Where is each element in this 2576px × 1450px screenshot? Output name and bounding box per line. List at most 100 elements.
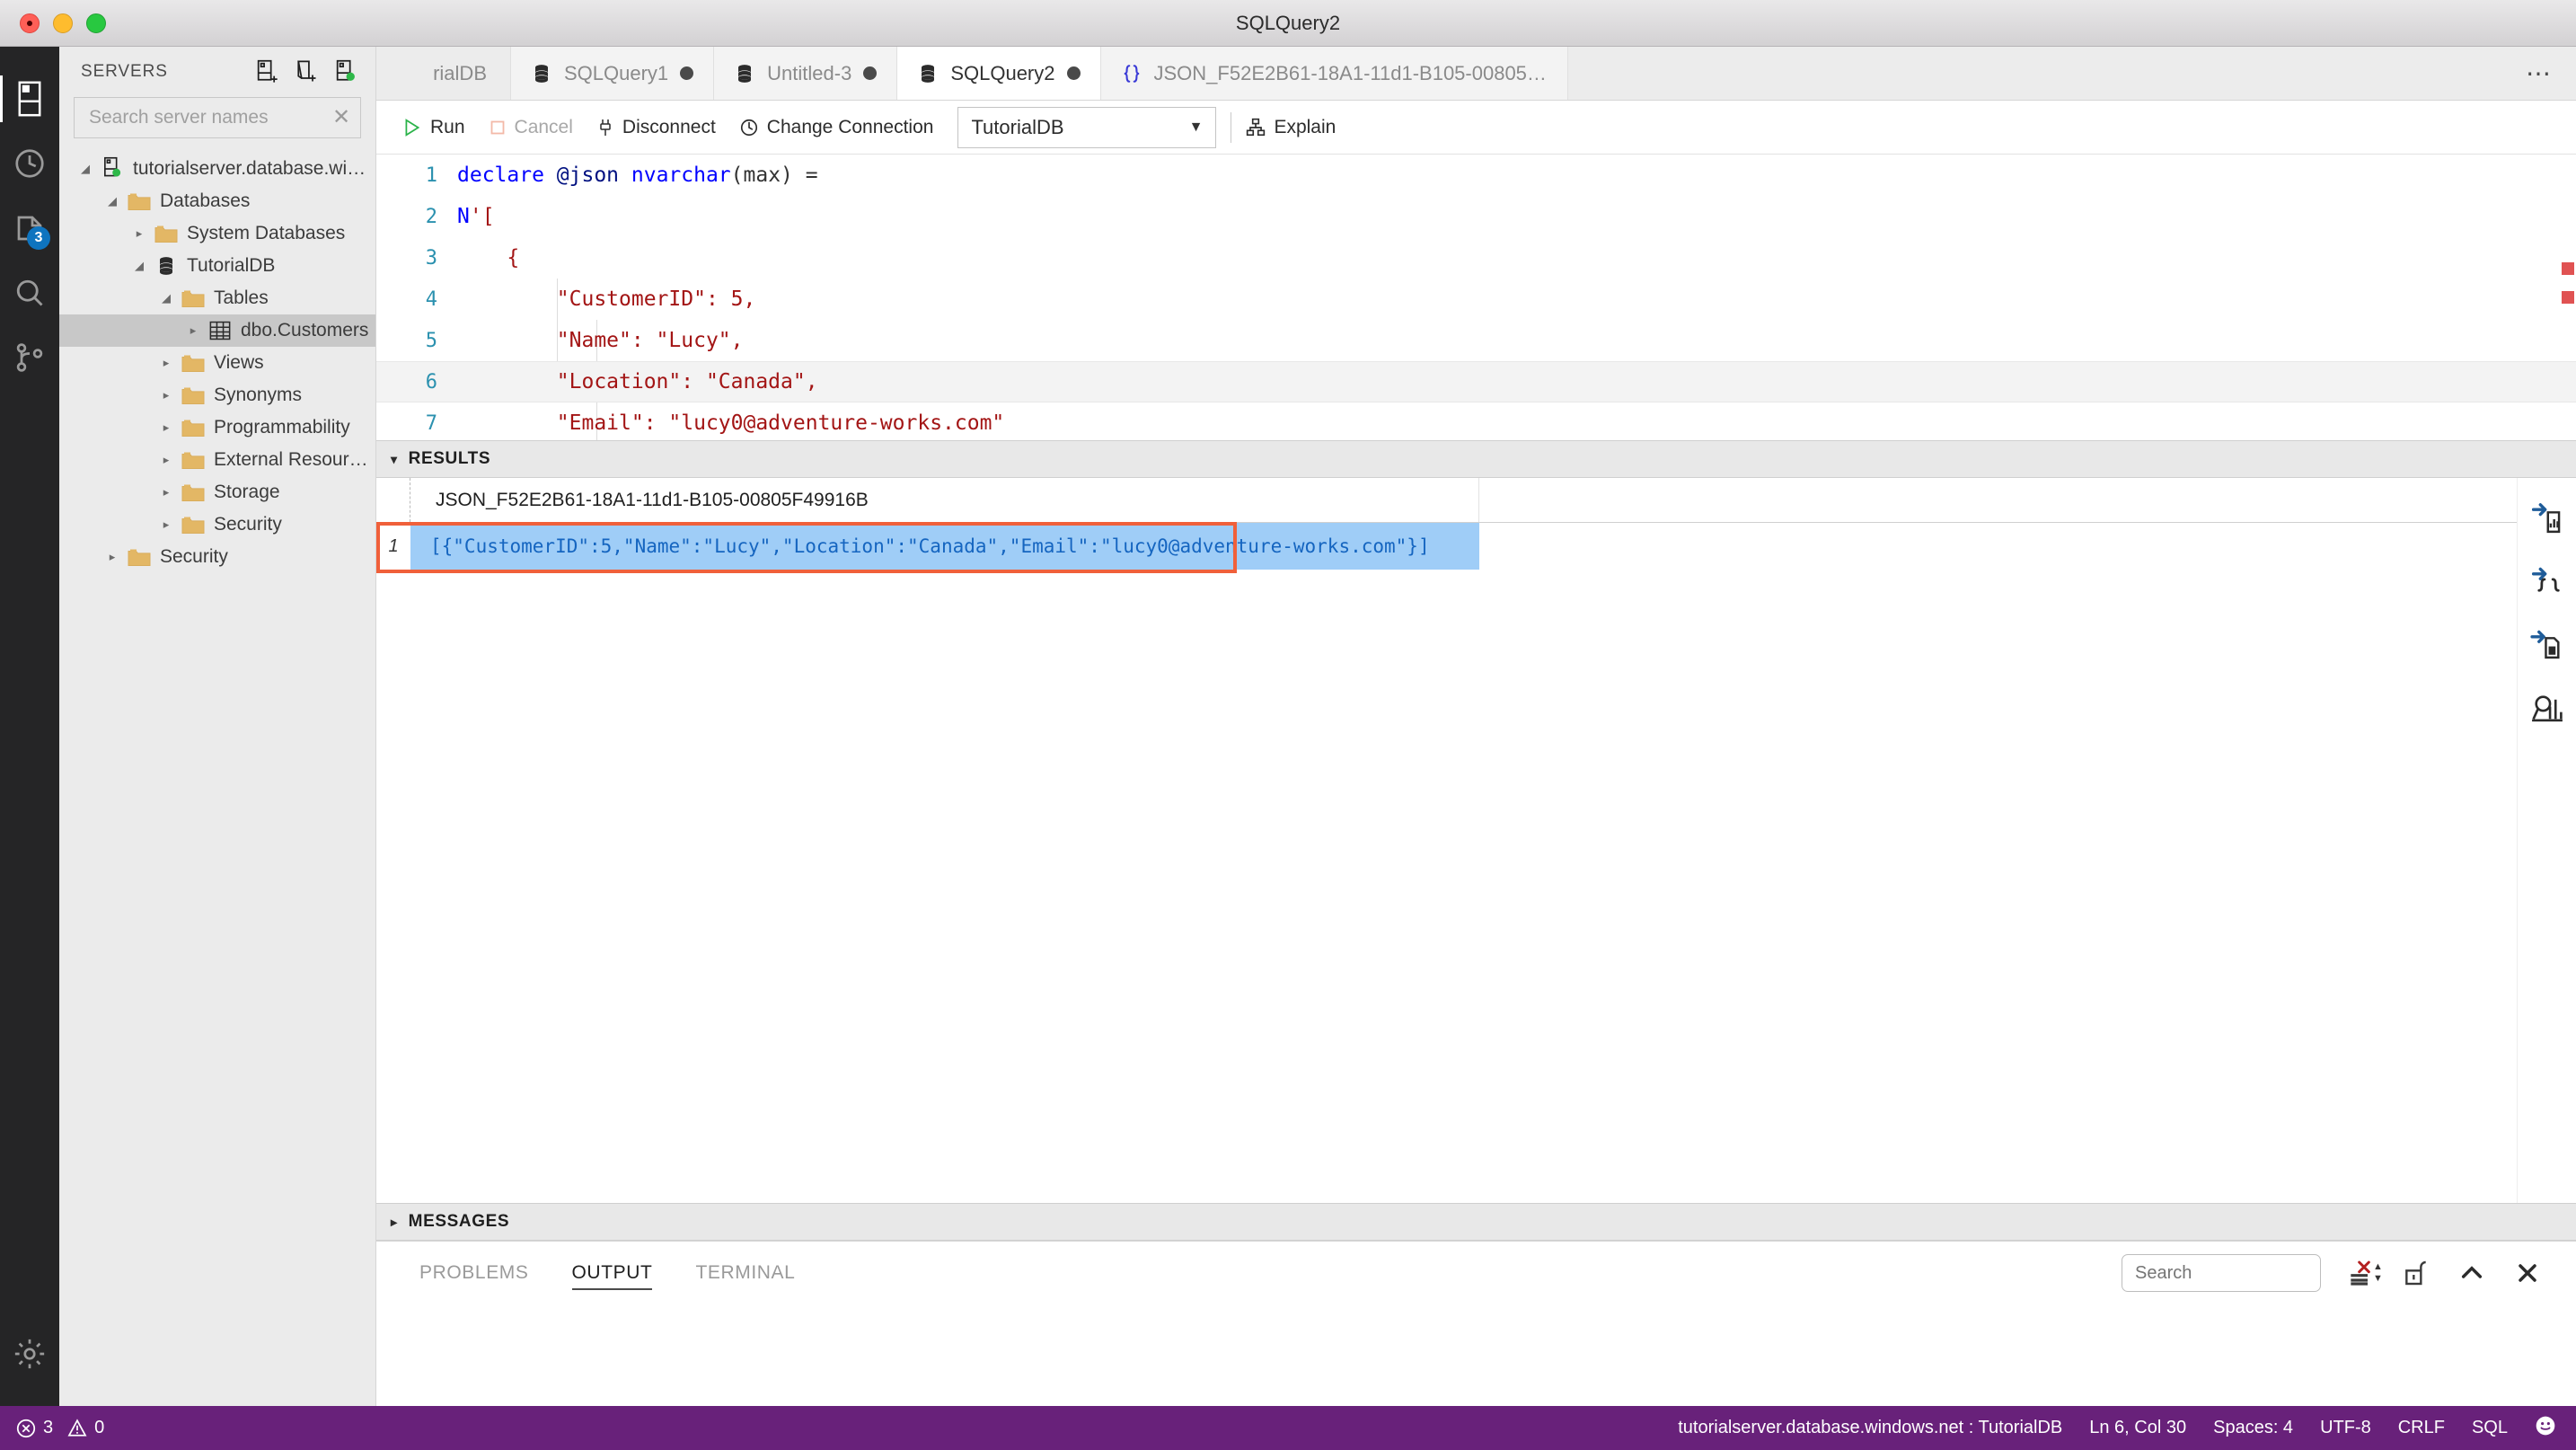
activity-history-icon[interactable] (0, 131, 59, 196)
activity-servers-icon[interactable] (0, 66, 59, 131)
tree-item[interactable]: ▸ Views (59, 347, 375, 379)
editor-tab[interactable]: JSON_F52E2B61-18A1-11d1-B105-00805F49916… (1100, 47, 1568, 100)
chevron-right-icon[interactable]: ▸ (153, 485, 180, 500)
status-connection[interactable]: tutorialserver.database.windows.net : Tu… (1678, 1418, 2062, 1438)
save-as-excel-icon[interactable] (2529, 501, 2565, 537)
chevron-down-icon[interactable]: ◢ (153, 291, 180, 305)
code-line[interactable]: 7 "Email": "lucy0@adventure-works.com" (376, 402, 2576, 440)
chevron-down-icon[interactable]: ◢ (99, 194, 126, 208)
tree-item[interactable]: ▸ Security (59, 508, 375, 541)
save-as-json-icon[interactable] (2529, 564, 2565, 600)
chevron-down-icon[interactable]: ◢ (72, 162, 99, 176)
tree-item[interactable]: ◢ tutorialserver.database.windows.... (59, 153, 375, 185)
activity-branch-icon[interactable] (0, 325, 59, 390)
chart-viewer-icon[interactable] (2529, 690, 2565, 726)
status-language-mode[interactable]: SQL (2472, 1418, 2508, 1438)
editor-tab[interactable]: SQLQuery1 (511, 47, 715, 100)
activity-search-icon[interactable] (0, 261, 59, 325)
chevron-right-icon[interactable]: ▸ (126, 226, 153, 241)
results-twisty-icon[interactable]: ▾ (391, 452, 398, 467)
tree-item[interactable]: ▸ External Resources (59, 444, 375, 476)
chevron-right-icon[interactable]: ▸ (153, 420, 180, 435)
chevron-down-icon[interactable]: ◢ (126, 259, 153, 273)
tree-item[interactable]: ▸ Programmability (59, 411, 375, 444)
chevron-right-icon[interactable]: ▸ (153, 453, 180, 467)
tree-item[interactable]: ▸ dbo.Customers (59, 314, 375, 347)
panel-search-input[interactable] (2135, 1262, 2373, 1284)
maximize-window-button[interactable] (86, 13, 106, 33)
search-input[interactable] (89, 107, 332, 128)
minimize-window-button[interactable] (53, 13, 73, 33)
panel-tab[interactable]: TERMINAL (695, 1242, 795, 1304)
code-line[interactable]: 1 declare @json nvarchar(max) = (376, 155, 2576, 196)
editor-scrollbar[interactable] (2556, 155, 2576, 440)
code-line[interactable]: 6 "Location": "Canada", (376, 361, 2576, 402)
close-window-button[interactable] (20, 13, 40, 33)
code-line[interactable]: 2 N'[ (376, 196, 2576, 237)
editor-tab[interactable]: SQLQuery2 (897, 47, 1101, 100)
results-cell[interactable]: [{"CustomerID":5,"Name":"Lucy","Location… (410, 523, 1479, 570)
smiley-icon[interactable] (2535, 1415, 2556, 1442)
save-as-csv-icon[interactable] (2529, 627, 2565, 663)
maximize-panel-icon[interactable] (2456, 1257, 2488, 1289)
unsaved-dot-icon[interactable] (680, 66, 694, 80)
status-cursor-position[interactable]: Ln 6, Col 30 (2089, 1418, 2186, 1438)
code-line[interactable]: 5 "Name": "Lucy", (376, 320, 2576, 361)
messages-twisty-icon[interactable]: ▸ (391, 1215, 398, 1230)
tree-item[interactable]: ▸ Storage (59, 476, 375, 508)
activity-settings-gear-icon[interactable] (0, 1322, 59, 1386)
chevron-right-icon[interactable]: ▸ (153, 517, 180, 532)
status-indentation[interactable]: Spaces: 4 (2213, 1418, 2293, 1438)
code-lines[interactable]: 1 declare @json nvarchar(max) = 2 N'[3 {4 "… (376, 155, 2576, 440)
table-row[interactable]: 1 [{"CustomerID":5,"Name":"Lucy","Locati… (376, 523, 2517, 570)
change-connection-button[interactable]: Change Connection (728, 108, 946, 147)
close-panel-icon[interactable] (2511, 1257, 2544, 1289)
messages-header[interactable]: ▸ MESSAGES (376, 1203, 2576, 1241)
tree-item[interactable]: ◢ Tables (59, 282, 375, 314)
chevron-right-icon[interactable]: ▸ (99, 550, 126, 564)
results-header[interactable]: ▾ RESULTS (376, 440, 2576, 478)
sql-editor[interactable]: 1 declare @json nvarchar(max) = 2 N'[3 {4 "… (376, 155, 2576, 440)
tree-item[interactable]: ▸ Synonyms (59, 379, 375, 411)
panel-search-box[interactable]: ▲ ▼ (2122, 1254, 2383, 1292)
status-eol[interactable]: CRLF (2398, 1418, 2445, 1438)
code-text[interactable]: { (457, 246, 519, 270)
search-server-names-box[interactable]: ✕ (74, 97, 361, 138)
code-text[interactable]: N'[ (457, 205, 495, 228)
cancel-button[interactable]: Cancel (477, 108, 585, 147)
code-text[interactable]: "CustomerID": 5, (457, 287, 756, 311)
panel-tab[interactable]: OUTPUT (571, 1242, 653, 1304)
editor-tab[interactable]: Untitled-3 (714, 47, 898, 100)
chevron-right-icon[interactable]: ▸ (153, 356, 180, 370)
panel-tab[interactable]: PROBLEMS (419, 1242, 529, 1304)
results-column-header[interactable]: JSON_F52E2B61-18A1-11d1-B105-00805F49916… (410, 478, 1479, 522)
tree-item[interactable]: ▸ System Databases (59, 217, 375, 250)
tabs-more-icon[interactable]: ⋯ (2526, 58, 2553, 88)
connected-server-icon[interactable] (332, 58, 359, 85)
status-encoding[interactable]: UTF-8 (2320, 1418, 2371, 1438)
clear-output-icon[interactable] (2344, 1257, 2377, 1289)
new-server-group-icon[interactable] (293, 58, 320, 85)
tree-item[interactable]: ▸ Security (59, 541, 375, 573)
results-grid[interactable]: JSON_F52E2B61-18A1-11d1-B105-00805F49916… (376, 478, 2517, 1203)
code-line[interactable]: 3 { (376, 237, 2576, 279)
run-button[interactable]: Run (391, 108, 477, 147)
unsaved-dot-icon[interactable] (863, 66, 878, 80)
tree-item[interactable]: ◢ Databases (59, 185, 375, 217)
code-text[interactable]: "Location": "Canada", (457, 370, 818, 393)
code-text[interactable]: "Name": "Lucy", (457, 329, 744, 352)
unsaved-dot-icon[interactable] (1066, 66, 1081, 80)
lock-scroll-icon[interactable] (2400, 1257, 2432, 1289)
code-text[interactable]: declare @json nvarchar(max) = (457, 164, 818, 187)
chevron-right-icon[interactable]: ▸ (180, 323, 207, 338)
explain-button[interactable]: Explain (1246, 108, 1347, 147)
editor-tab[interactable]: rialDB (376, 47, 511, 100)
database-select[interactable]: TutorialDB ▼ (957, 106, 1217, 148)
code-text[interactable]: "Email": "lucy0@adventure-works.com" (457, 411, 1005, 435)
tree-item[interactable]: ◢ TutorialDB (59, 250, 375, 282)
chevron-right-icon[interactable]: ▸ (153, 388, 180, 402)
activity-source-control-icon[interactable]: 3 (0, 196, 59, 261)
clear-search-icon[interactable]: ✕ (332, 107, 350, 128)
disconnect-button[interactable]: Disconnect (585, 108, 728, 147)
new-connection-icon[interactable] (253, 58, 280, 85)
